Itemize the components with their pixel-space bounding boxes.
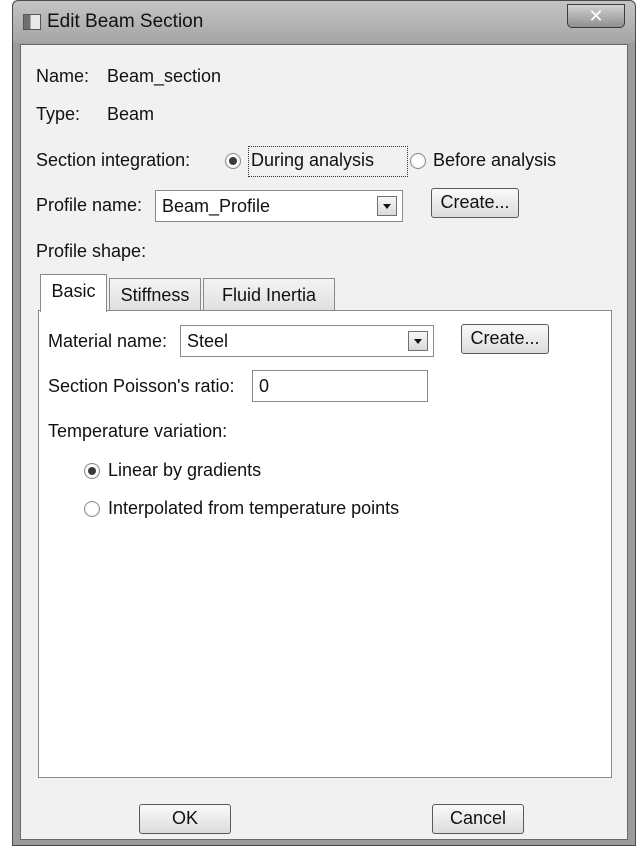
- material-create-button[interactable]: Create...: [461, 324, 549, 354]
- tab-fluid-inertia[interactable]: Fluid Inertia: [203, 278, 335, 312]
- profile-name-label: Profile name:: [36, 195, 143, 215]
- name-value: Beam_section: [107, 66, 222, 86]
- name-label: Name:: [36, 66, 90, 86]
- during-analysis-label[interactable]: During analysis: [251, 150, 374, 171]
- material-name-select[interactable]: Steel: [180, 325, 434, 357]
- profile-shape-label: Profile shape:: [36, 241, 147, 261]
- window-title: Edit Beam Section: [47, 11, 204, 32]
- edit-beam-section-dialog: Edit Beam Section ✕ Name: Beam_section T…: [12, 0, 636, 846]
- interpolated-temp-radio[interactable]: [84, 501, 100, 517]
- temperature-variation-label: Temperature variation:: [48, 421, 228, 441]
- profile-create-button[interactable]: Create...: [431, 188, 519, 218]
- chevron-down-icon[interactable]: [408, 331, 428, 351]
- chevron-down-icon[interactable]: [377, 196, 397, 216]
- linear-by-gradients-radio[interactable]: [84, 463, 100, 479]
- profile-name-value: Beam_Profile: [162, 196, 271, 216]
- section-integration-label: Section integration:: [36, 150, 191, 170]
- tab-stiffness[interactable]: Stiffness: [109, 278, 201, 312]
- poisson-ratio-input[interactable]: 0: [252, 370, 428, 402]
- before-analysis-label[interactable]: Before analysis: [433, 150, 556, 171]
- linear-by-gradients-label[interactable]: Linear by gradients: [108, 460, 261, 481]
- window-app-icon: [23, 14, 41, 30]
- close-button[interactable]: ✕: [567, 4, 625, 28]
- basic-tab-panel: Material name: Steel Create... Section P…: [38, 310, 612, 778]
- material-name-value: Steel: [187, 331, 229, 351]
- poisson-ratio-label: Section Poisson's ratio:: [48, 376, 235, 396]
- type-value: Beam: [107, 104, 155, 124]
- profile-name-select[interactable]: Beam_Profile: [155, 190, 403, 222]
- tab-basic[interactable]: Basic: [40, 274, 107, 312]
- material-name-label: Material name:: [48, 331, 168, 351]
- dialog-body: Name: Beam_section Type: Beam Section in…: [20, 44, 628, 840]
- type-label: Type:: [36, 104, 81, 124]
- title-bar[interactable]: Edit Beam Section ✕: [13, 1, 635, 43]
- ok-button[interactable]: OK: [139, 804, 231, 834]
- close-icon: ✕: [588, 6, 604, 26]
- interpolated-temp-label[interactable]: Interpolated from temperature points: [108, 498, 399, 519]
- cancel-button[interactable]: Cancel: [432, 804, 524, 834]
- during-analysis-radio[interactable]: [225, 153, 241, 169]
- before-analysis-radio[interactable]: [410, 153, 426, 169]
